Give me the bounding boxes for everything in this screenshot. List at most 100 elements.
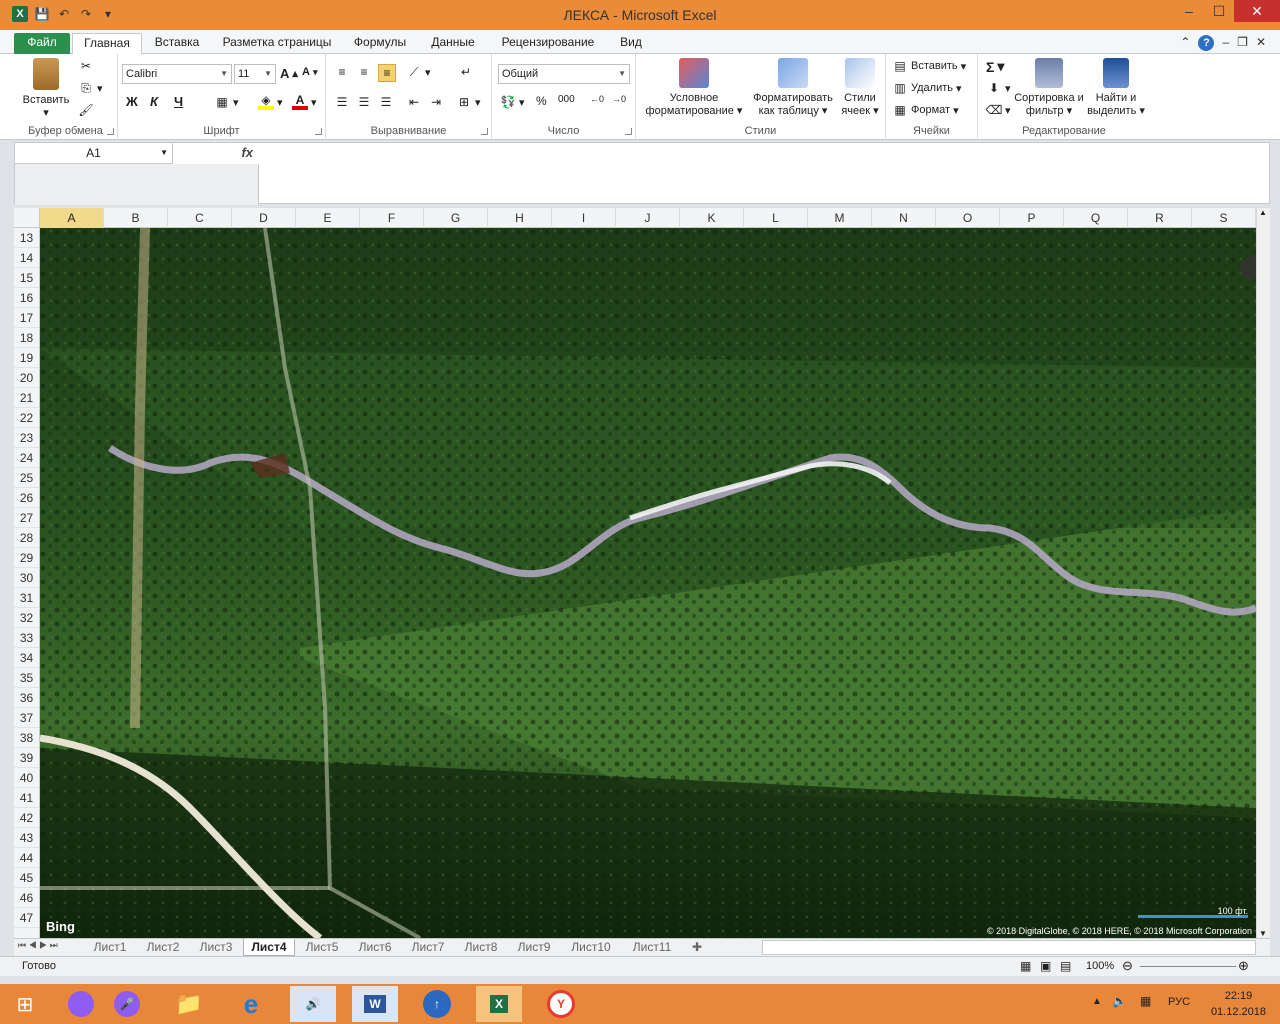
minimize-button[interactable]: –	[1174, 0, 1204, 22]
fill-button[interactable]: ⬇ ▾	[986, 80, 1011, 96]
tab-formulas[interactable]: Формулы	[346, 33, 414, 54]
row-header[interactable]: 39	[14, 748, 39, 768]
wrap-text-button[interactable]: ↵	[458, 64, 474, 80]
view-page-layout-icon[interactable]: ▣	[1040, 959, 1051, 973]
speaker-app-icon[interactable]: 🔊	[290, 986, 336, 1022]
row-header[interactable]: 29	[14, 548, 39, 568]
row-header[interactable]: 45	[14, 868, 39, 888]
align-top-button[interactable]: ≡	[334, 64, 350, 80]
row-header[interactable]: 24	[14, 448, 39, 468]
dialog-launcher-icon[interactable]	[481, 128, 488, 135]
doc-restore-button[interactable]: ❐	[1237, 35, 1248, 51]
percent-button[interactable]: %	[536, 94, 547, 108]
sheet-tab[interactable]: Лист8	[455, 939, 507, 956]
row-header[interactable]: 41	[14, 788, 39, 808]
delete-cells-button[interactable]: ▥ Удалить ▾	[892, 80, 961, 96]
row-header[interactable]: 22	[14, 408, 39, 428]
font-name-select[interactable]: Calibri ▼	[122, 64, 232, 84]
row-header[interactable]: 33	[14, 628, 39, 648]
row-header[interactable]: 13	[14, 228, 39, 248]
column-header[interactable]: M	[808, 208, 872, 228]
row-header[interactable]: 23	[14, 428, 39, 448]
column-header[interactable]: E	[296, 208, 360, 228]
column-header[interactable]: H	[488, 208, 552, 228]
thousands-button[interactable]: 000	[558, 94, 575, 105]
decrease-indent-button[interactable]: ⇤	[406, 94, 422, 110]
doc-minimize-button[interactable]: –	[1222, 35, 1229, 51]
column-header[interactable]: N	[872, 208, 936, 228]
row-header[interactable]: 28	[14, 528, 39, 548]
doc-close-button[interactable]: ✕	[1256, 35, 1266, 51]
sheet-tab[interactable]: Лист6	[349, 939, 401, 956]
row-header[interactable]: 32	[14, 608, 39, 628]
dialog-launcher-icon[interactable]	[107, 128, 114, 135]
clear-button[interactable]: ⌫ ▾	[986, 102, 1011, 118]
row-header[interactable]: 40	[14, 768, 39, 788]
vertical-scrollbar[interactable]: ▲ ▼	[1256, 208, 1270, 938]
dialog-launcher-icon[interactable]	[315, 128, 322, 135]
start-windows-icon[interactable]: ⊞	[2, 986, 48, 1022]
increase-decimal-button[interactable]: ←0	[590, 94, 604, 104]
collapse-ribbon-icon[interactable]: ⌃	[1180, 35, 1190, 51]
tray-expand-icon[interactable]: ▲	[1092, 996, 1102, 1007]
increase-indent-button[interactable]: ⇥	[428, 94, 444, 110]
row-header[interactable]: 21	[14, 388, 39, 408]
row-header[interactable]: 47	[14, 908, 39, 928]
align-center-button[interactable]: ☰	[356, 94, 372, 110]
find-select-button[interactable]: Найти и выделить ▾	[1084, 58, 1148, 118]
column-header[interactable]: G	[424, 208, 488, 228]
row-header[interactable]: 44	[14, 848, 39, 868]
column-header[interactable]: A	[40, 208, 104, 228]
zoom-level[interactable]: 100%	[1086, 960, 1114, 972]
column-header[interactable]: I	[552, 208, 616, 228]
row-header[interactable]: 19	[14, 348, 39, 368]
cut-button[interactable]: ✂	[78, 58, 94, 74]
sheet-tab[interactable]: Лист1	[84, 939, 136, 956]
formula-input[interactable]	[259, 143, 1255, 204]
column-header[interactable]: K	[680, 208, 744, 228]
cell-styles-button[interactable]: Стили ячеек ▾	[838, 58, 882, 118]
column-header[interactable]: C	[168, 208, 232, 228]
tab-data[interactable]: Данные	[422, 33, 484, 54]
scroll-up-icon[interactable]: ▲	[1259, 208, 1267, 217]
conditional-formatting-button[interactable]: Условное форматирование ▾	[640, 58, 748, 118]
select-all-button[interactable]	[14, 208, 40, 228]
tab-view[interactable]: Вид	[610, 33, 652, 54]
yandex-browser-icon[interactable]: Y	[538, 986, 584, 1022]
satellite-map[interactable]: Bing 100 фт. © 2018 DigitalGlobe, © 2018…	[40, 228, 1256, 938]
orientation-button[interactable]: ⟋ ▾	[406, 64, 431, 80]
align-bottom-button[interactable]: ≡	[378, 64, 396, 82]
copy-button[interactable]: ⎘ ▾	[78, 80, 102, 96]
row-header[interactable]: 30	[14, 568, 39, 588]
clock[interactable]: 22:19 01.12.2018	[1211, 988, 1266, 1020]
network-icon[interactable]: ▦	[1140, 994, 1151, 1008]
row-header[interactable]: 37	[14, 708, 39, 728]
format-as-table-button[interactable]: Форматировать как таблицу ▾	[748, 58, 838, 118]
sheet-nav-arrows-icon[interactable]: ⏮ ◀ ▶ ⏭	[18, 940, 58, 951]
row-header[interactable]: 36	[14, 688, 39, 708]
row-header[interactable]: 35	[14, 668, 39, 688]
shrink-font-button[interactable]: A ▾	[302, 66, 318, 78]
row-header[interactable]: 25	[14, 468, 39, 488]
zoom-in-button[interactable]: ⊕	[1238, 958, 1249, 974]
view-page-break-icon[interactable]: ▤	[1060, 959, 1071, 973]
format-cells-button[interactable]: ▦ Формат ▾	[892, 102, 958, 118]
word-icon[interactable]: W	[352, 986, 398, 1022]
dialog-launcher-icon[interactable]	[625, 128, 632, 135]
tab-review[interactable]: Рецензирование	[494, 33, 602, 54]
font-color-button[interactable]: A ▾	[292, 93, 317, 110]
microphone-icon[interactable]: 🎤	[104, 986, 150, 1022]
row-header[interactable]: 42	[14, 808, 39, 828]
row-header[interactable]: 46	[14, 888, 39, 908]
merge-center-button[interactable]: ⊞ ▾	[456, 94, 481, 110]
column-header[interactable]: F	[360, 208, 424, 228]
row-header[interactable]: 26	[14, 488, 39, 508]
column-header[interactable]: D	[232, 208, 296, 228]
sheet-tab[interactable]: Лист4	[243, 939, 295, 956]
row-header[interactable]: 38	[14, 728, 39, 748]
view-normal-icon[interactable]: ▦	[1020, 959, 1031, 973]
column-header[interactable]: O	[936, 208, 1000, 228]
scroll-down-icon[interactable]: ▼	[1259, 929, 1267, 938]
column-header[interactable]: L	[744, 208, 808, 228]
autosum-button[interactable]: Σ ▾	[986, 58, 1004, 75]
